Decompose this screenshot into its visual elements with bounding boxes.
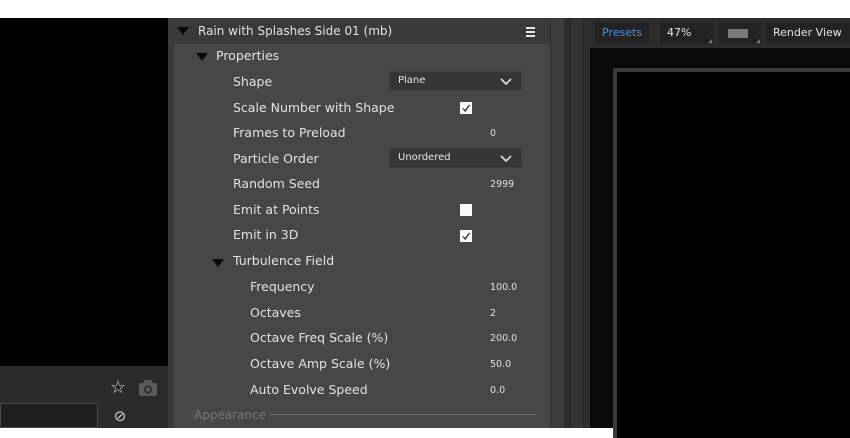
collapse-properties-triangle-icon[interactable]	[196, 53, 208, 61]
section-divider	[270, 414, 536, 415]
row-label-octave-freq-scale: Octave Freq Scale (%)	[250, 330, 389, 345]
chevron-down-icon	[500, 78, 512, 86]
presets-label: Presets	[602, 26, 643, 39]
group-properties: Properties	[216, 48, 280, 63]
color-swatch-icon	[728, 29, 748, 38]
collapse-layer-triangle-icon[interactable]	[177, 27, 189, 35]
camera-icon[interactable]	[137, 379, 159, 397]
dropdown-corner-icon	[708, 39, 712, 43]
shape-dropdown[interactable]: Plane	[389, 71, 522, 91]
emit-points-checkbox[interactable]	[460, 204, 472, 216]
row-label-frequency: Frequency	[250, 279, 315, 294]
row-label-auto-evolve: Auto Evolve Speed	[250, 382, 368, 397]
row-label-scale-number: Scale Number with Shape	[233, 100, 395, 115]
octave-amp-scale-value[interactable]: 50.0	[490, 358, 511, 372]
octave-freq-scale-value[interactable]: 200.0	[490, 332, 517, 346]
panel-scrollbar[interactable]	[550, 18, 564, 428]
row-label-octaves: Octaves	[250, 305, 301, 320]
row-label-random-seed: Random Seed	[233, 176, 320, 191]
row-label-octave-amp-scale: Octave Amp Scale (%)	[250, 356, 391, 371]
checkmark-icon	[462, 232, 471, 241]
frequency-value[interactable]: 100.0	[490, 281, 517, 295]
particle-order-dropdown[interactable]: Unordered	[389, 148, 522, 168]
row-label-frames-preload: Frames to Preload	[233, 125, 346, 140]
octaves-value[interactable]: 2	[490, 307, 496, 321]
row-label-emit-points: Emit at Points	[233, 202, 320, 217]
render-view-label: Render View	[773, 26, 842, 39]
particle-order-value: Unordered	[398, 152, 451, 163]
frames-preload-value[interactable]: 0	[490, 127, 496, 141]
render-view-button[interactable]: Render View	[766, 22, 850, 44]
star-icon[interactable]: ☆	[108, 378, 128, 398]
collapse-turbulence-triangle-icon[interactable]	[212, 259, 224, 267]
chevron-down-icon	[500, 155, 512, 163]
right-splitter[interactable]	[570, 18, 584, 428]
group-turbulence: Turbulence Field	[233, 253, 335, 268]
emit-3d-checkbox[interactable]	[460, 230, 472, 242]
row-label-shape: Shape	[233, 74, 273, 89]
shape-dropdown-value: Plane	[398, 75, 426, 86]
composition-frame	[613, 68, 850, 438]
background-color-picker[interactable]	[719, 22, 761, 44]
scale-number-checkbox[interactable]	[460, 102, 472, 114]
layer-title: Rain with Splashes Side 01 (mb)	[198, 24, 393, 38]
presets-button[interactable]: Presets	[595, 22, 650, 44]
section-appearance[interactable]: Appearance	[194, 407, 266, 423]
dropdown-corner-icon	[756, 39, 760, 43]
zoom-value: 47%	[667, 26, 692, 39]
row-label-particle-order: Particle Order	[233, 151, 319, 166]
random-seed-value[interactable]: 2999	[490, 178, 514, 192]
hamburger-menu-icon[interactable]	[523, 24, 537, 38]
left-name-field[interactable]	[0, 403, 98, 428]
disable-icon[interactable]: ⊘	[112, 408, 128, 424]
left-viewer-canvas[interactable]	[0, 18, 168, 366]
row-label-emit-3d: Emit in 3D	[233, 227, 299, 242]
checkmark-icon	[462, 104, 471, 113]
auto-evolve-value[interactable]: 0.0	[490, 384, 505, 398]
zoom-dropdown[interactable]: 47%	[660, 22, 713, 44]
